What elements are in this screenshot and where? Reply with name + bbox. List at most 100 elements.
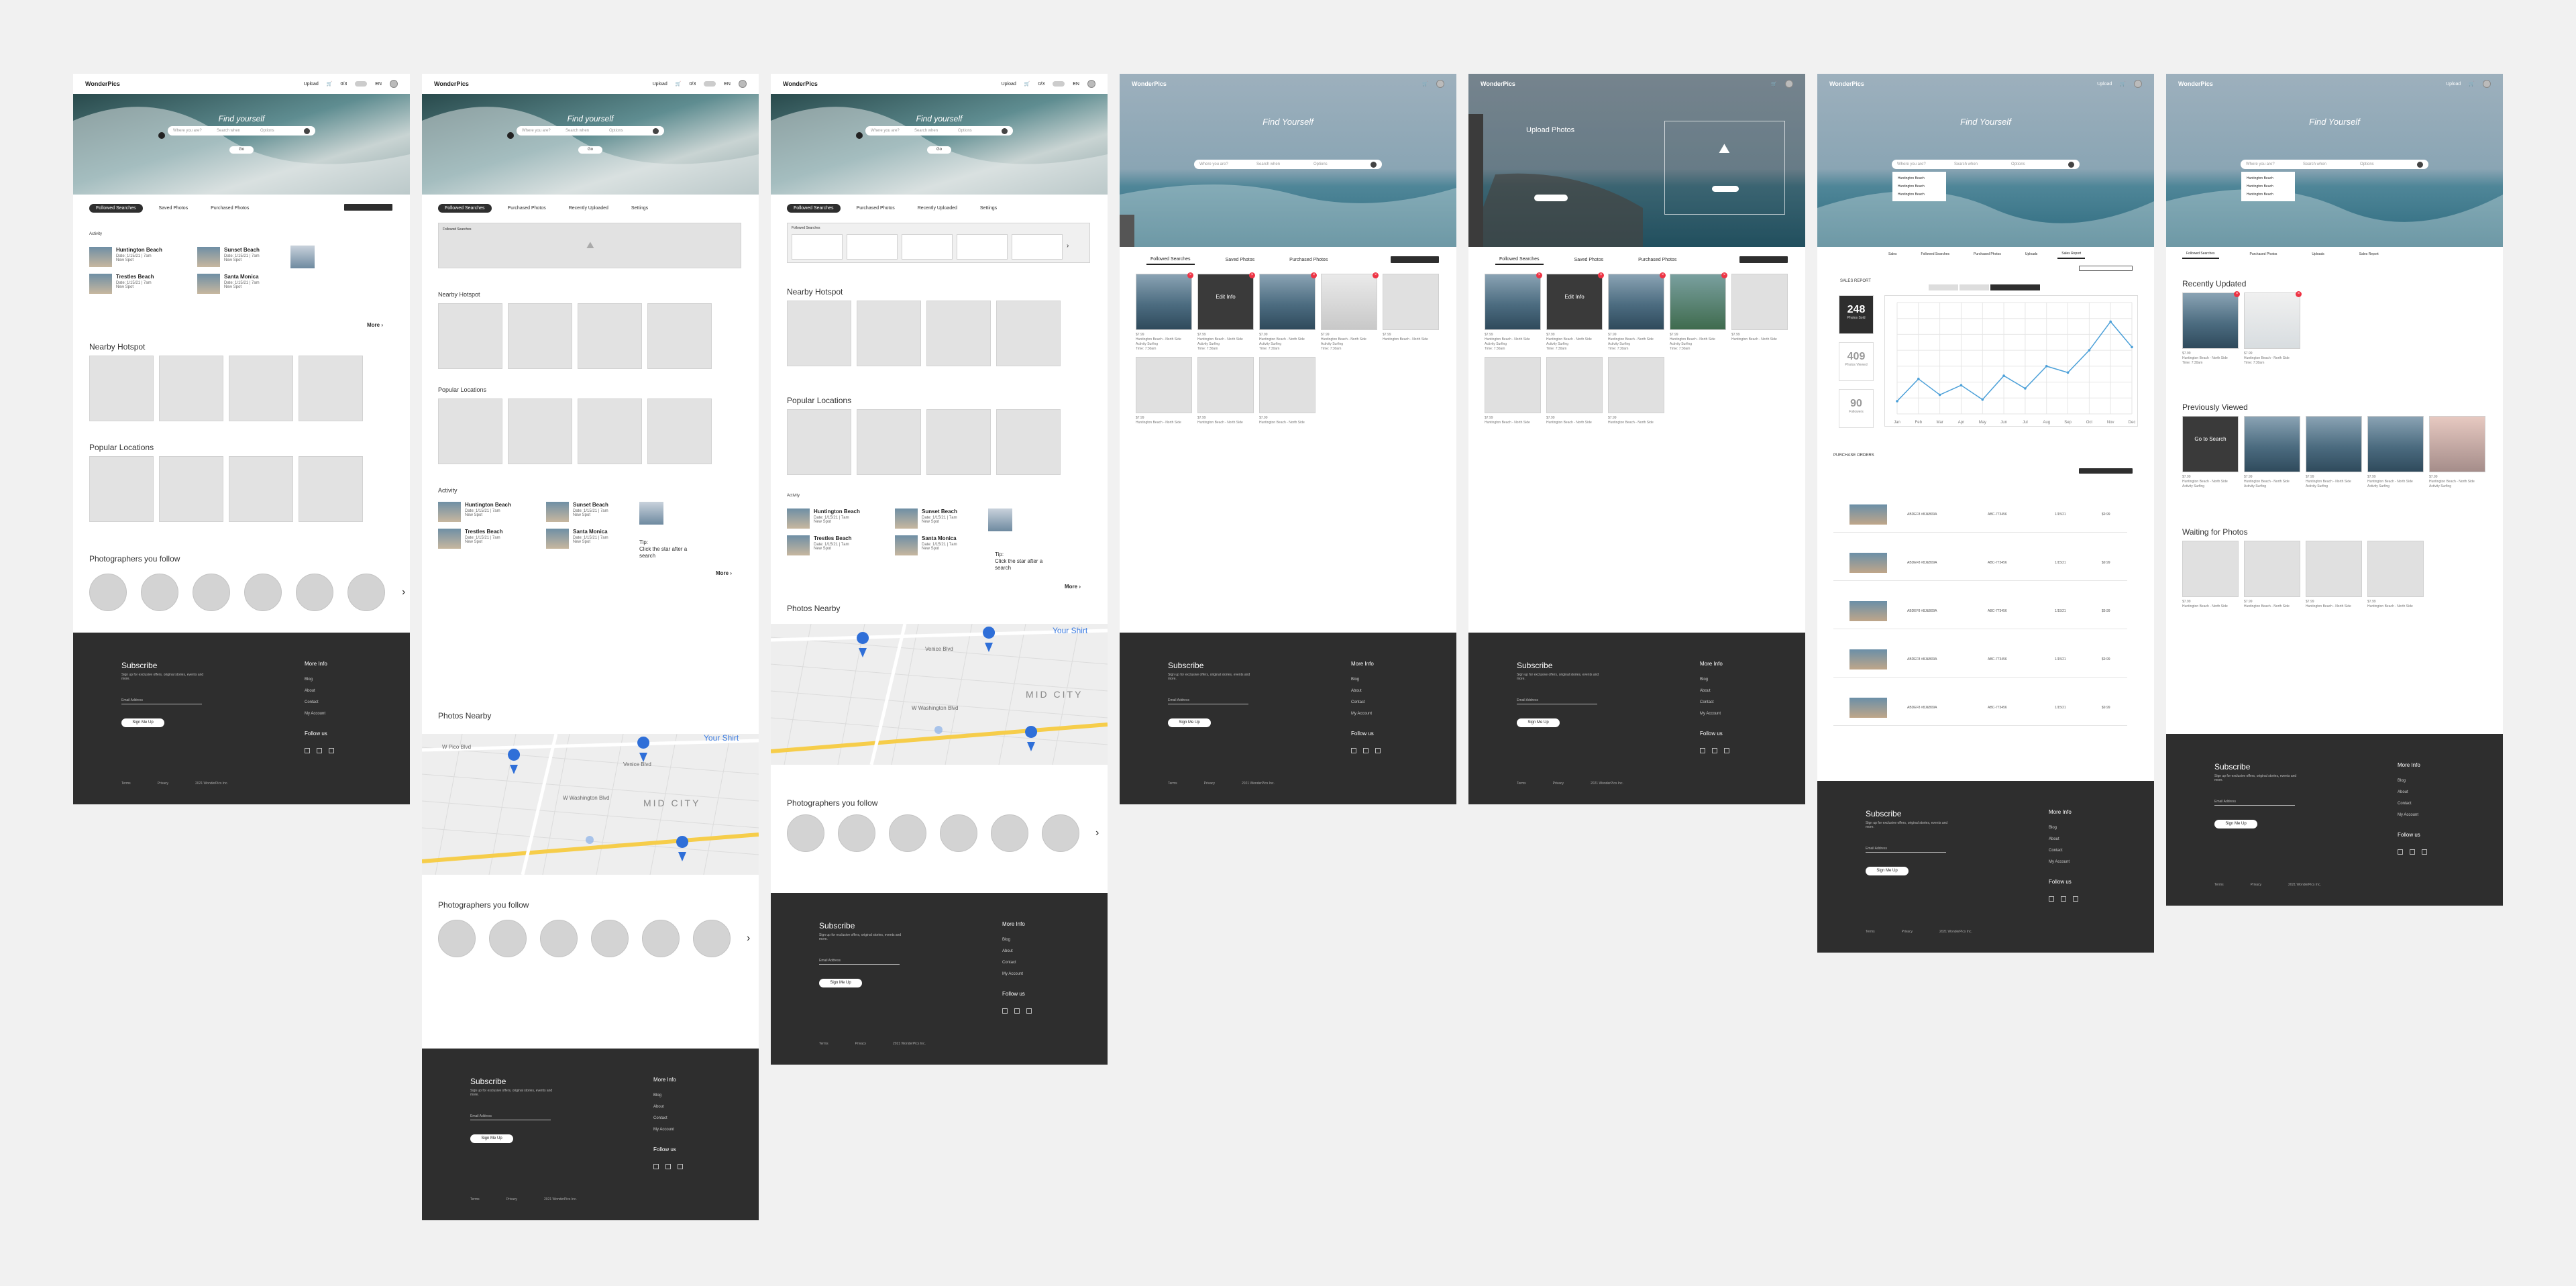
upload-link[interactable]: Upload bbox=[304, 82, 319, 87]
photo-card[interactable]: $7.99 Huntington Beach - North Side bbox=[2367, 541, 2424, 609]
facebook-icon[interactable] bbox=[317, 748, 322, 753]
cart-icon[interactable]: 🛒 bbox=[1771, 81, 1777, 87]
twitter-icon[interactable] bbox=[1724, 748, 1729, 753]
data-point[interactable] bbox=[2045, 365, 2048, 368]
tab-followed[interactable]: Followed Searches bbox=[89, 204, 143, 213]
terms-link[interactable]: Terms bbox=[1168, 782, 1177, 786]
footer-link[interactable]: About bbox=[2049, 834, 2070, 845]
date-input[interactable]: Search when bbox=[914, 129, 951, 133]
filter-input[interactable]: Options bbox=[260, 129, 297, 133]
filter-input[interactable]: Options bbox=[609, 129, 646, 133]
signup-button[interactable]: Sign Me Up bbox=[1866, 867, 1909, 875]
instagram-icon[interactable] bbox=[1700, 748, 1705, 753]
instagram-icon[interactable] bbox=[1002, 1008, 1008, 1014]
order-row[interactable]: ABDEF8 #8J&B09A ABC-773456 1/15/21 $9.99 bbox=[1833, 490, 2127, 533]
period-option[interactable] bbox=[1929, 284, 1958, 290]
footer-link[interactable]: My Account bbox=[1700, 708, 1721, 720]
photo-card[interactable]: × $7.99 Huntington Beach - North Side Activ… bbox=[1259, 272, 1317, 352]
footer-link[interactable]: Blog bbox=[2398, 775, 2418, 787]
terms-link[interactable]: Terms bbox=[121, 782, 131, 786]
nearby-card[interactable] bbox=[159, 356, 223, 421]
photo-card[interactable]: Go to Search $7.99 Huntington Beach - Nort… bbox=[2182, 416, 2239, 489]
footer-link[interactable]: About bbox=[653, 1102, 674, 1113]
tab-followed[interactable]: Followed Searches bbox=[438, 204, 492, 213]
go-to-search-overlay[interactable]: Go to Search bbox=[2194, 436, 2226, 442]
data-point[interactable] bbox=[2088, 349, 2091, 352]
tab-settings[interactable]: Settings bbox=[625, 204, 655, 213]
tab-followed[interactable]: Followed Searches bbox=[1146, 255, 1195, 265]
photo-card[interactable]: $7.99 Huntington Beach - North Side bbox=[2244, 541, 2300, 609]
popular-card[interactable] bbox=[89, 456, 154, 522]
popular-card[interactable] bbox=[159, 456, 223, 522]
search-input[interactable]: Where you are? bbox=[1199, 162, 1250, 166]
cart-icon[interactable]: 🛒 bbox=[1024, 81, 1030, 87]
search-icon[interactable] bbox=[2417, 161, 2423, 168]
terms-link[interactable]: Terms bbox=[470, 1197, 480, 1201]
photographer-avatar[interactable] bbox=[642, 920, 680, 957]
tab-uploads[interactable]: Uploads bbox=[2021, 250, 2041, 258]
activity-item[interactable]: Santa Monica Date: 1/15/21 | 7am New Spot bbox=[197, 274, 288, 294]
twitter-icon[interactable] bbox=[329, 748, 334, 753]
signup-button[interactable]: Sign Me Up bbox=[1517, 718, 1560, 727]
suggestion-item[interactable]: Huntington Beach bbox=[2247, 182, 2290, 191]
footer-link[interactable]: Blog bbox=[1351, 674, 1372, 686]
remove-icon[interactable]: × bbox=[1373, 272, 1379, 278]
followed-search-card[interactable] bbox=[1012, 234, 1063, 260]
email-field[interactable]: Email Address bbox=[1517, 698, 1597, 704]
activity-item[interactable]: Trestles Beach Date: 1/15/21 | 7am New Spo… bbox=[438, 529, 529, 549]
signup-button[interactable]: Sign Me Up bbox=[1168, 718, 1211, 727]
learn-more-button[interactable] bbox=[1534, 195, 1568, 201]
activity-item[interactable]: Huntington Beach Date: 1/15/21 | 7am New S… bbox=[787, 508, 877, 529]
photographer-avatar[interactable] bbox=[141, 574, 178, 611]
email-field[interactable]: Email Address bbox=[2214, 800, 2295, 806]
suggestion-item[interactable]: Huntington Beach bbox=[2247, 191, 2290, 199]
chevron-right-icon[interactable]: › bbox=[1067, 234, 1069, 260]
data-point[interactable] bbox=[1917, 378, 1920, 380]
photo-card[interactable]: $7.99 Huntington Beach - North Side bbox=[1608, 357, 1664, 425]
facebook-icon[interactable] bbox=[1712, 748, 1717, 753]
instagram-icon[interactable] bbox=[1351, 748, 1356, 753]
chevron-right-icon[interactable]: › bbox=[402, 586, 405, 598]
footer-link[interactable]: Contact bbox=[2049, 845, 2070, 857]
edit-info-overlay[interactable]: Edit Info bbox=[1564, 294, 1584, 300]
remove-icon[interactable]: × bbox=[1598, 272, 1604, 278]
tab-recent[interactable]: Recently Uploaded bbox=[562, 204, 615, 213]
cart-icon[interactable]: 🛒 bbox=[1422, 81, 1428, 87]
upload-link[interactable]: Upload bbox=[2446, 82, 2461, 87]
privacy-link[interactable]: Privacy bbox=[1553, 782, 1564, 786]
data-point[interactable] bbox=[2131, 345, 2133, 349]
sort-dropdown[interactable] bbox=[344, 204, 392, 211]
photographer-avatar[interactable] bbox=[591, 920, 629, 957]
tab-saved[interactable]: Saved Photos bbox=[1222, 256, 1259, 264]
photo-card[interactable]: × $7.99 Huntington Beach - North Side Activ… bbox=[1136, 272, 1193, 352]
tab-followed[interactable]: Followed Searches bbox=[1495, 255, 1544, 265]
data-point[interactable] bbox=[2024, 387, 2027, 390]
avatar[interactable] bbox=[2483, 80, 2491, 88]
photographer-avatar[interactable] bbox=[787, 814, 824, 852]
avatar[interactable] bbox=[2134, 80, 2142, 88]
footer-link[interactable]: Blog bbox=[305, 674, 325, 686]
popular-card[interactable] bbox=[647, 398, 712, 464]
tab-purchased[interactable]: Purchased Photos bbox=[1634, 256, 1680, 264]
photographer-avatar[interactable] bbox=[540, 920, 578, 957]
photo-card[interactable]: $7.99 Huntington Beach - North Side Activi… bbox=[2306, 416, 2362, 489]
date-input[interactable]: Search when bbox=[2303, 162, 2353, 166]
toggle[interactable] bbox=[1053, 81, 1065, 87]
terms-link[interactable]: Terms bbox=[2214, 883, 2224, 887]
tab-purchased[interactable]: Purchased Photos bbox=[1285, 256, 1332, 264]
search-bar[interactable]: Where you are? Search when Options bbox=[168, 126, 315, 136]
tab-recent[interactable]: Recently Uploaded bbox=[911, 204, 964, 213]
footer-link[interactable]: My Account bbox=[653, 1124, 674, 1136]
footer-link[interactable]: About bbox=[2398, 787, 2418, 798]
footer-link[interactable]: Blog bbox=[653, 1090, 674, 1102]
suggestion-item[interactable]: Huntington Beach bbox=[1898, 182, 1941, 191]
data-point[interactable] bbox=[1981, 398, 1984, 401]
activity-item[interactable]: Sunset Beach Date: 1/15/21 | 7am New Spot bbox=[197, 247, 288, 267]
search-input[interactable]: Where you are? bbox=[2246, 162, 2296, 166]
date-input[interactable]: Search when bbox=[566, 129, 602, 133]
map-canvas[interactable]: W Pico Blvd Venice Blvd W Washington Blvd M… bbox=[422, 734, 759, 875]
activity-item[interactable]: Huntington Beach Date: 1/15/21 | 7am New S… bbox=[89, 247, 180, 267]
avatar[interactable] bbox=[1087, 80, 1095, 88]
search-bar[interactable]: Where you are? Search when Options bbox=[1892, 160, 2080, 169]
sort-dropdown[interactable] bbox=[2079, 266, 2133, 271]
